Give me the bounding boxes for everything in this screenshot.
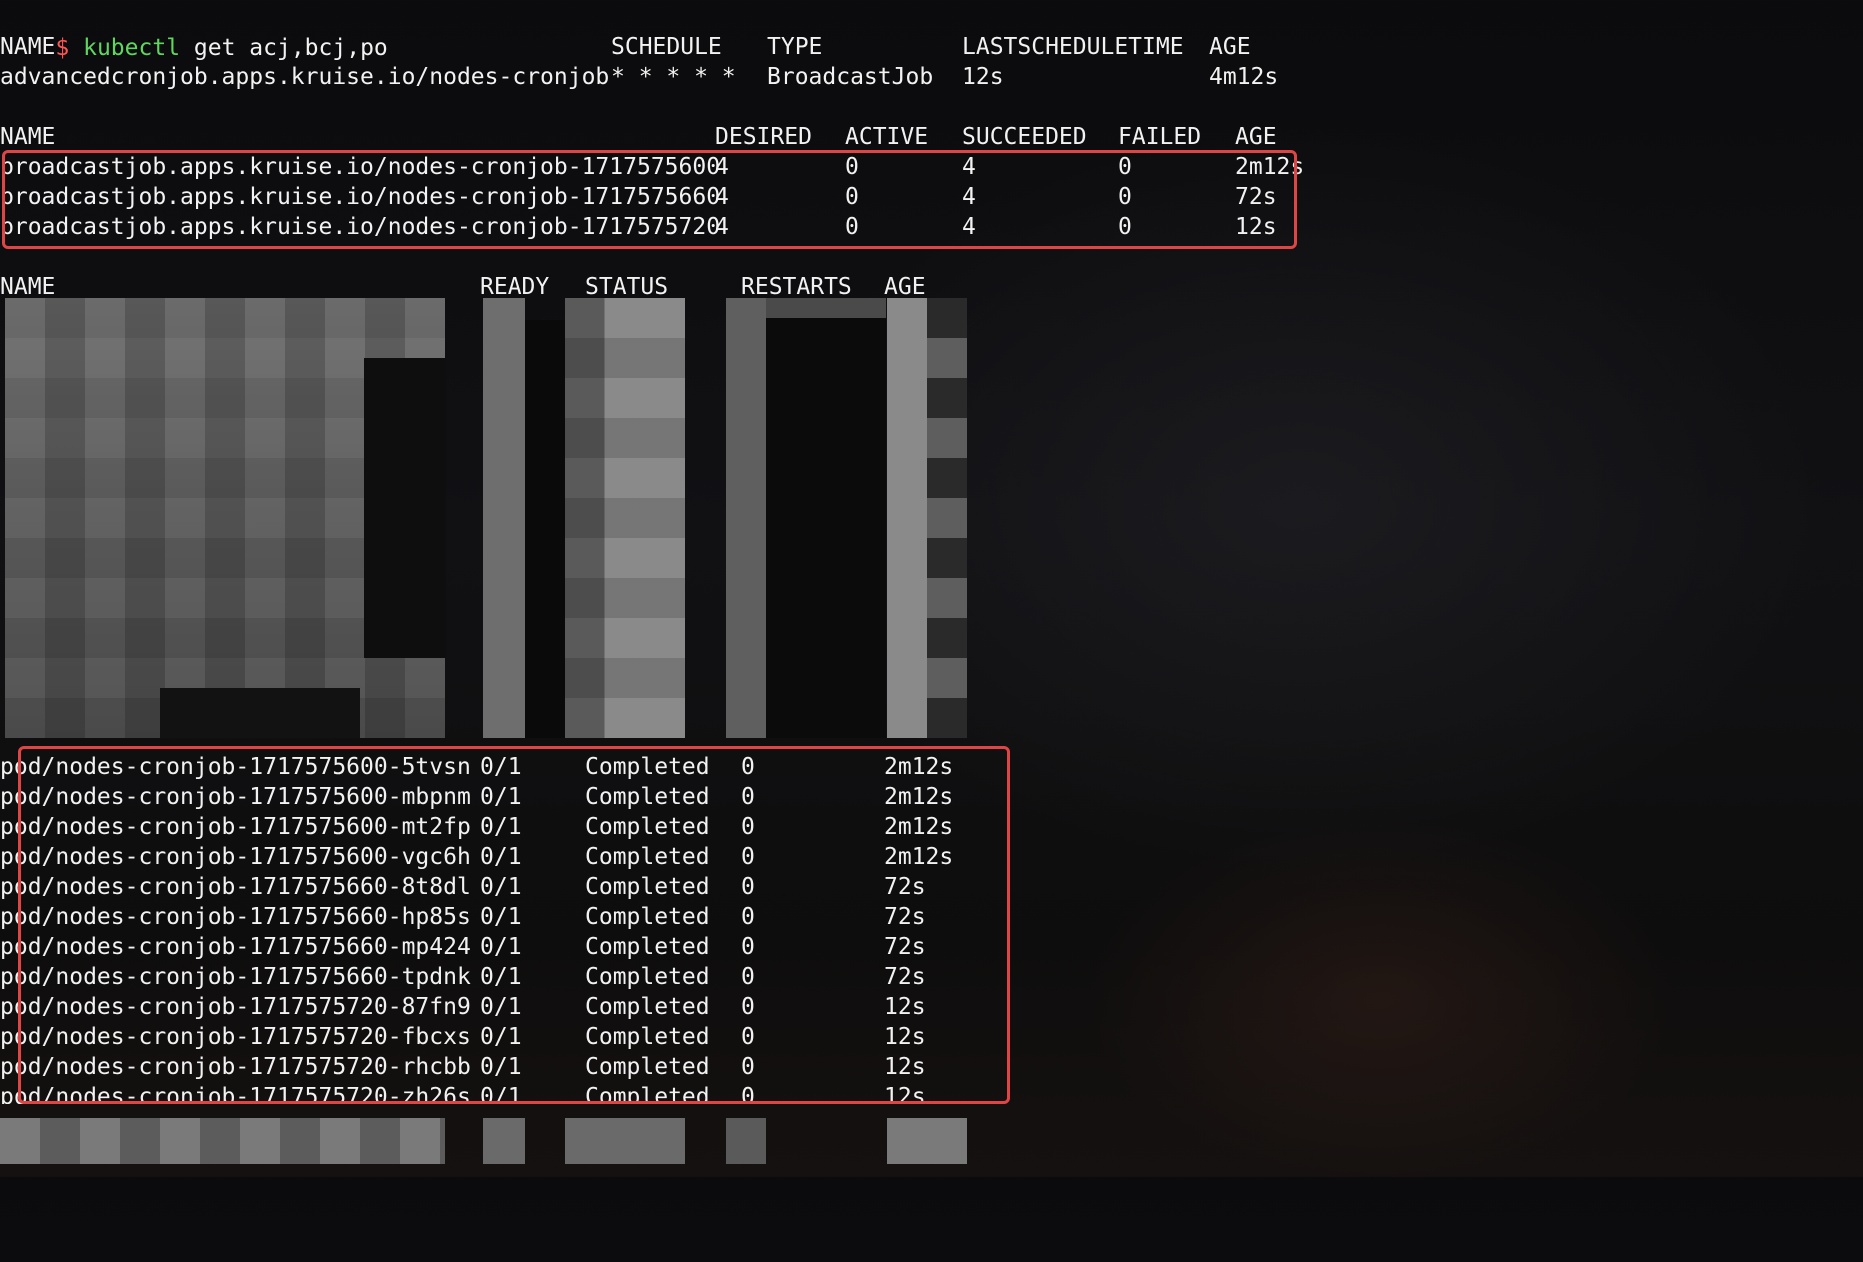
bcj-header-desired: DESIRED: [715, 124, 812, 150]
acj-type: BroadcastJob: [767, 64, 934, 90]
bcj-header-age: AGE: [1235, 124, 1277, 150]
acj-name: advancedcronjob.apps.kruise.io/nodes-cro…: [0, 64, 610, 90]
acj-header-lastscheduletime: LASTSCHEDULETIME: [962, 34, 1184, 60]
bcj-header-active: ACTIVE: [845, 124, 929, 150]
bcj-highlight-box: [2, 150, 1297, 249]
acj-header-name: NAME: [0, 34, 56, 60]
acj-header-schedule: SCHEDULE: [611, 34, 722, 60]
acj-header-type: TYPE: [767, 34, 823, 60]
acj-header-row: NAME SCHEDULE TYPE LASTSCHEDULETIME AGE: [0, 32, 1300, 62]
command-line: $ kubectl get acj,bcj,po: [0, 3, 387, 61]
acj-row: advancedcronjob.apps.kruise.io/nodes-cro…: [0, 62, 1300, 92]
terminal-window[interactable]: $ kubectl get acj,bcj,po NAME SCHEDULE T…: [0, 0, 1863, 1177]
acj-header-age: AGE: [1209, 34, 1251, 60]
bcj-header-failed: FAILED: [1118, 124, 1202, 150]
acj-lastscheduletime: 12s: [962, 64, 1004, 90]
bcj-header-succeeded: SUCCEEDED: [962, 124, 1087, 150]
acj-age: 4m12s: [1209, 64, 1279, 90]
acj-schedule: * * * * *: [611, 64, 736, 90]
pods-highlight-box: [18, 746, 1010, 1104]
bcj-header-row: NAME DESIRED ACTIVE SUCCEEDED FAILED AGE: [0, 122, 1310, 152]
bcj-header-name: NAME: [0, 124, 56, 150]
redacted-pods-area: [0, 298, 970, 748]
redacted-bottom-rows: [0, 1118, 970, 1164]
